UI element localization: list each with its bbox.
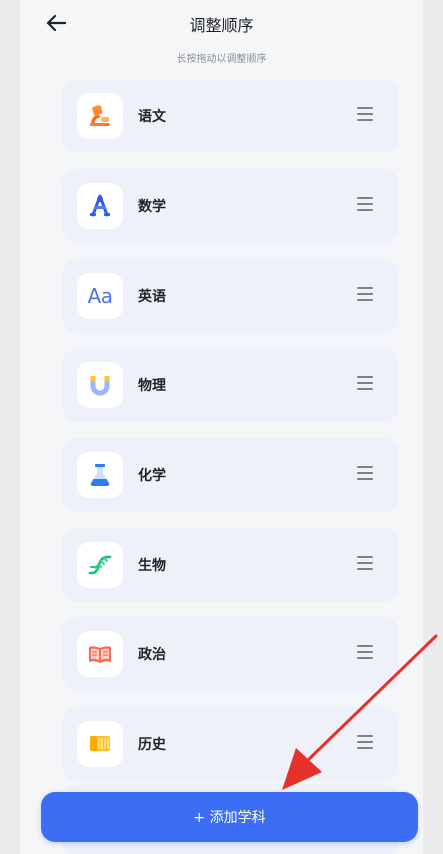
subject-card-math[interactable]: 数学 xyxy=(62,169,399,243)
subject-label: 语文 xyxy=(138,109,166,125)
drag-handle-icon[interactable] xyxy=(357,107,373,121)
page-subtitle: 长按拖动以调整顺序 xyxy=(176,54,267,65)
physics-magnet-icon xyxy=(77,362,123,408)
subject-label: 生物 xyxy=(138,558,166,574)
subject-label: 英语 xyxy=(138,289,166,305)
subject-card-chinese[interactable]: 语文 xyxy=(62,79,399,153)
drag-handle-icon[interactable] xyxy=(357,376,373,390)
drag-handle-icon[interactable] xyxy=(357,466,373,480)
subject-label: 数学 xyxy=(138,199,166,215)
subject-card-chemistry[interactable]: 化学 xyxy=(62,438,399,512)
drag-handle-icon[interactable] xyxy=(357,556,373,570)
subject-label: 政治 xyxy=(138,647,166,663)
subject-card-biology[interactable]: 生物 xyxy=(62,528,399,602)
chemistry-flask-icon xyxy=(77,452,123,498)
subject-label: 化学 xyxy=(138,468,166,484)
subject-label: 历史 xyxy=(138,737,166,753)
subject-card-politics[interactable]: 政治 xyxy=(62,617,399,691)
subject-card-physics[interactable]: 物理 xyxy=(62,348,399,422)
subject-card-english[interactable]: Aa 英语 xyxy=(62,259,399,333)
add-subject-button[interactable]: + 添加学科 xyxy=(41,792,418,842)
politics-book-icon xyxy=(77,631,123,677)
drag-handle-icon[interactable] xyxy=(357,735,373,749)
subject-card-history[interactable]: 历史 xyxy=(62,707,399,781)
page-title: 调整顺序 xyxy=(189,16,254,35)
biology-dna-icon xyxy=(77,542,123,588)
adjust-order-screen: 调整顺序 长按拖动以调整顺序 语文 数学 Aa 英语 物理 化学 生物 政治 历… xyxy=(20,0,423,854)
drag-handle-icon[interactable] xyxy=(357,287,373,301)
history-scroll-icon xyxy=(77,721,123,767)
chinese-subject-icon xyxy=(77,93,123,139)
drag-handle-icon[interactable] xyxy=(357,645,373,659)
drag-handle-icon[interactable] xyxy=(357,197,373,211)
subject-label: 物理 xyxy=(138,378,166,394)
math-subject-icon xyxy=(77,183,123,229)
english-subject-icon: Aa xyxy=(77,273,123,319)
